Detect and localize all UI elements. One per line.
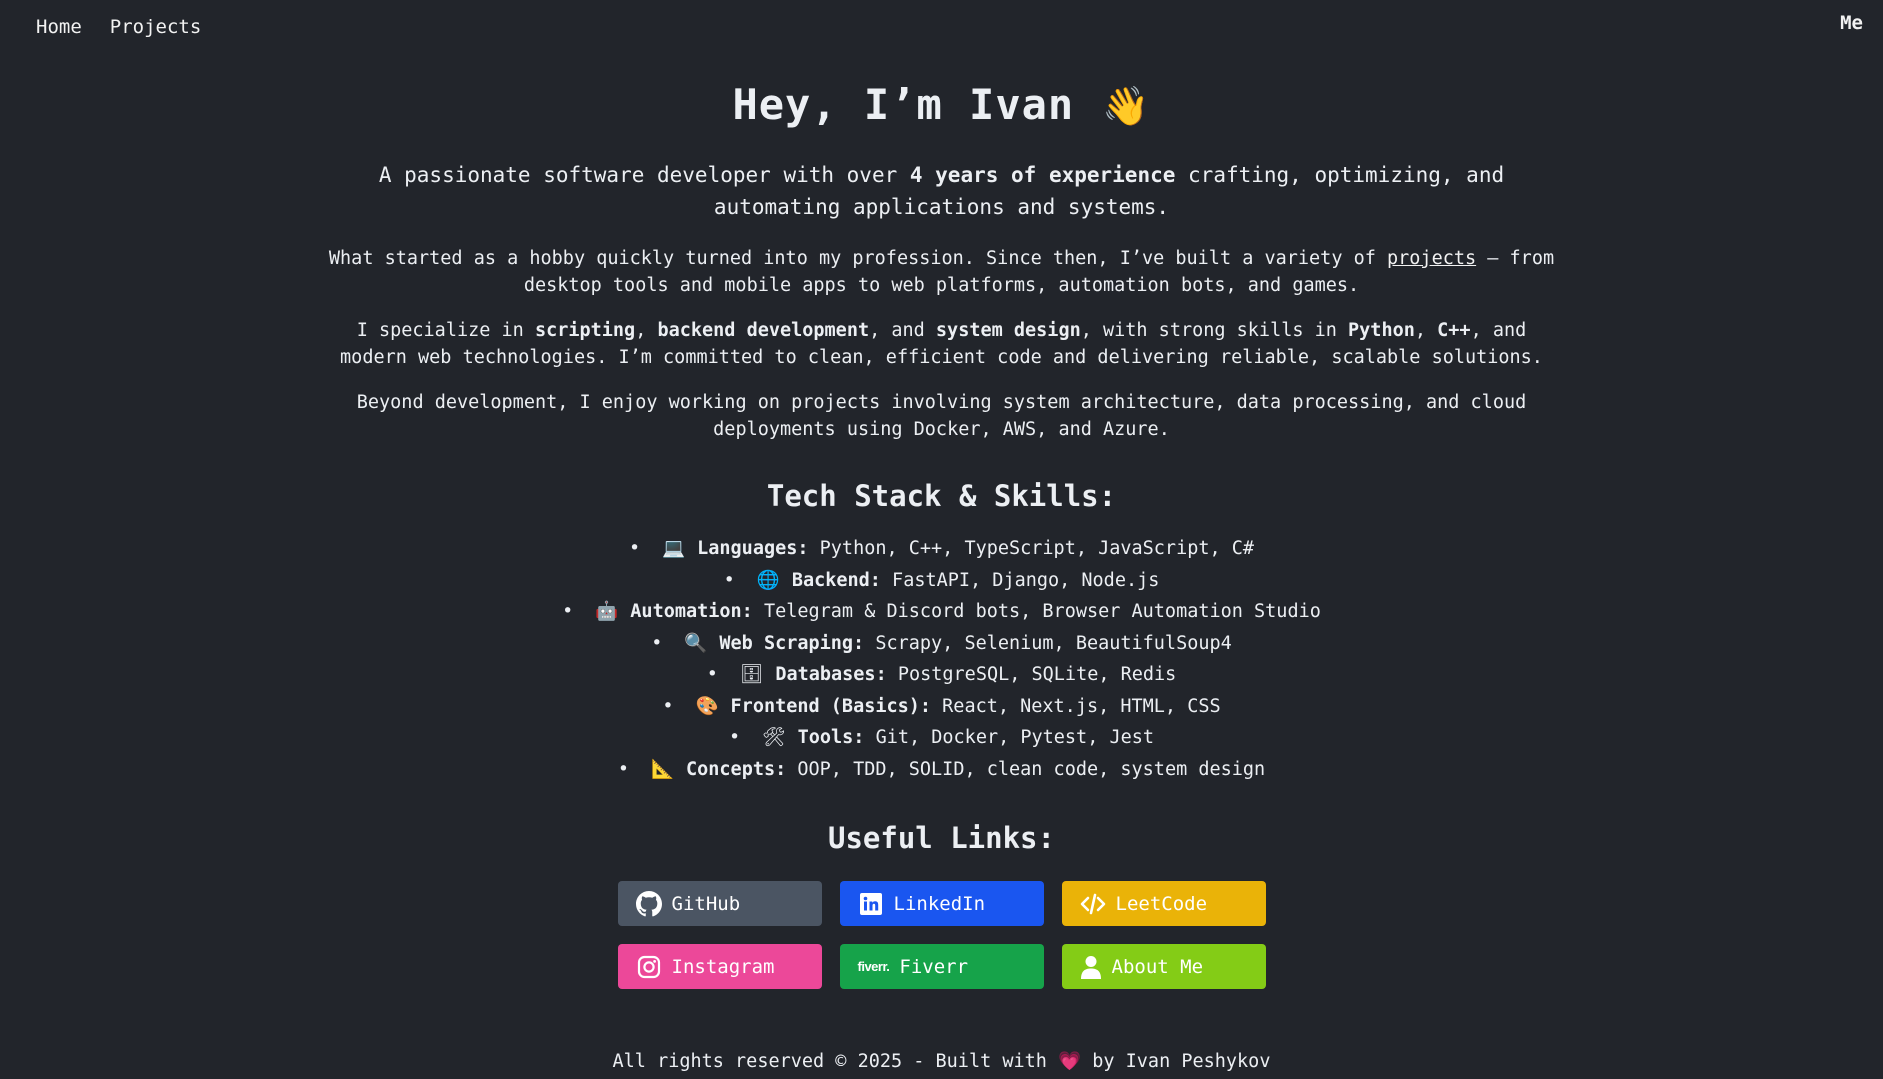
skill-value: Python, C++, TypeScript, JavaScript, C# (808, 538, 1255, 559)
github-label: GitHub (671, 892, 741, 915)
skill-value: React, Next.js, HTML, CSS (931, 695, 1221, 717)
skill-item-tools: • 🛠 Tools: Git, Docker, Pytest, Jest (0, 722, 1883, 754)
projects-link[interactable]: projects (1387, 248, 1476, 269)
skill-item-databases: • 🗄 Databases: PostgreSQL, SQLite, Redis (0, 659, 1883, 691)
main-content: Hey, I’m Ivan 👋 A passionate software dev… (0, 80, 1883, 989)
skills-list: • 💻 Languages: Python, C++, TypeScript, Ja… (0, 533, 1883, 785)
intro-lead: A passionate software developer with ove… (327, 159, 1557, 223)
skill-label: Languages: (697, 538, 809, 559)
about-paragraph-2: I specialize in scripting, backend devel… (327, 317, 1557, 371)
skill-label: Automation: (630, 601, 753, 622)
page-title: Hey, I’m Ivan 👋 (0, 80, 1883, 129)
linkedin-icon (858, 891, 884, 917)
leetcode-button[interactable]: LeetCode (1061, 881, 1266, 926)
skill-value: PostgreSQL, SQLite, Redis (886, 664, 1177, 685)
bullet: • (628, 538, 641, 559)
p2-sep: , (635, 320, 658, 341)
p2-bold-scripting: scripting (534, 320, 636, 341)
skill-value: Scrapy, Selenium, BeautifulSoup4 (864, 632, 1232, 654)
about-paragraph-1: What started as a hobby quickly turned i… (327, 245, 1557, 299)
fiverr-label: Fiverr (899, 955, 969, 978)
p2-sep: , and (869, 320, 936, 341)
skill-item-languages: • 💻 Languages: Python, C++, TypeScript, Ja… (0, 533, 1883, 565)
skill-value: FastAPI, Django, Node.js (880, 569, 1160, 591)
p2-bold-python: Python (1348, 320, 1415, 341)
skill-label: Databases: (775, 664, 887, 685)
heart-icon: 💗 (1058, 1051, 1082, 1072)
triangle-ruler-icon: 📐 (650, 758, 674, 780)
skill-item-concepts: • 📐 Concepts: OOP, TDD, SOLID, clean code,… (0, 754, 1883, 786)
skill-label: Tools: (797, 727, 865, 748)
skill-value: OOP, TDD, SOLID, clean code, system desi… (786, 758, 1266, 780)
fiverr-button[interactable]: fiverr. Fiverr (839, 944, 1044, 989)
skill-label: Concepts: (686, 758, 787, 780)
github-icon (635, 890, 662, 917)
skill-label: Web Scraping: (719, 632, 865, 654)
nav-projects-link[interactable]: Projects (110, 16, 202, 38)
skill-value: Telegram & Discord bots, Browser Automat… (752, 601, 1321, 622)
p1-text: What started as a hobby quickly turned i… (328, 248, 1388, 269)
bullet: • (651, 632, 663, 654)
top-nav: Home Projects (36, 16, 201, 38)
nav-home-link[interactable]: Home (36, 16, 82, 38)
bullet: • (728, 727, 741, 748)
p2-bold-cpp: C++ (1437, 320, 1471, 341)
magnifier-icon: 🔍 (684, 632, 708, 654)
laptop-icon: 💻 (662, 538, 686, 559)
footer: All rights reserved © 2025 - Built with … (0, 1050, 1883, 1072)
bullet: • (662, 695, 674, 717)
links-grid: GitHub LinkedIn LeetCode Instagram fiver… (617, 881, 1266, 989)
fiverr-icon: fiverr. (857, 959, 890, 974)
waving-hand-icon: 👋 (1102, 84, 1151, 128)
skill-item-backend: • 🌐 Backend: FastAPI, Django, Node.js (0, 565, 1883, 597)
skill-label: Backend: (791, 569, 881, 591)
lead-text: A passionate software developer with ove… (378, 163, 910, 187)
bullet: • (723, 569, 735, 591)
skill-value: Git, Docker, Pytest, Jest (864, 727, 1155, 748)
bullet: • (562, 601, 574, 622)
instagram-button[interactable]: Instagram (617, 944, 822, 989)
tools-icon: 🛠 (762, 727, 786, 748)
skill-label: Frontend (Basics): (730, 695, 932, 717)
about-me-button[interactable]: About Me (1061, 944, 1266, 989)
about-me-label: About Me (1111, 955, 1204, 978)
links-title: Useful Links: (828, 821, 1055, 855)
globe-icon: 🌐 (756, 569, 780, 591)
p2-sep: , (1414, 320, 1438, 341)
code-icon (1080, 891, 1106, 917)
leetcode-label: LeetCode (1115, 892, 1208, 915)
p2-sep: , with strong skills in (1080, 320, 1349, 341)
about-paragraph-3: Beyond development, I enjoy working on p… (356, 392, 1527, 440)
github-button[interactable]: GitHub (617, 881, 822, 926)
robot-icon: 🤖 (595, 601, 619, 622)
page-title-text: Hey, I’m Ivan (732, 80, 1075, 129)
skill-item-automation: • 🤖 Automation: Telegram & Discord bots, B… (0, 596, 1883, 628)
skill-item-web-scraping: • 🔍 Web Scraping: Scrapy, Selenium, Beauti… (0, 628, 1883, 660)
p2-bold-system-design: system design (935, 320, 1081, 341)
lead-bold: 4 years of experience (909, 163, 1176, 187)
file-cabinet-icon: 🗄 (739, 664, 764, 685)
footer-author: by Ivan Peshykov (1081, 1051, 1271, 1072)
skills-title: Tech Stack & Skills: (766, 479, 1117, 513)
linkedin-label: LinkedIn (893, 892, 986, 915)
bullet: • (706, 664, 718, 685)
footer-text: All rights reserved © 2025 - Built with (612, 1051, 1059, 1072)
p2-bold-backend: backend development (657, 320, 870, 341)
p2-text: I specialize in (356, 320, 535, 341)
user-icon (1080, 954, 1102, 980)
linkedin-button[interactable]: LinkedIn (839, 881, 1044, 926)
instagram-icon (636, 954, 662, 980)
skill-item-frontend: • 🎨 Frontend (Basics): React, Next.js, HTM… (0, 691, 1883, 723)
instagram-label: Instagram (671, 955, 775, 978)
nav-me-link[interactable]: Me (1840, 12, 1863, 34)
bullet: • (617, 758, 629, 780)
palette-icon: 🎨 (695, 695, 719, 717)
